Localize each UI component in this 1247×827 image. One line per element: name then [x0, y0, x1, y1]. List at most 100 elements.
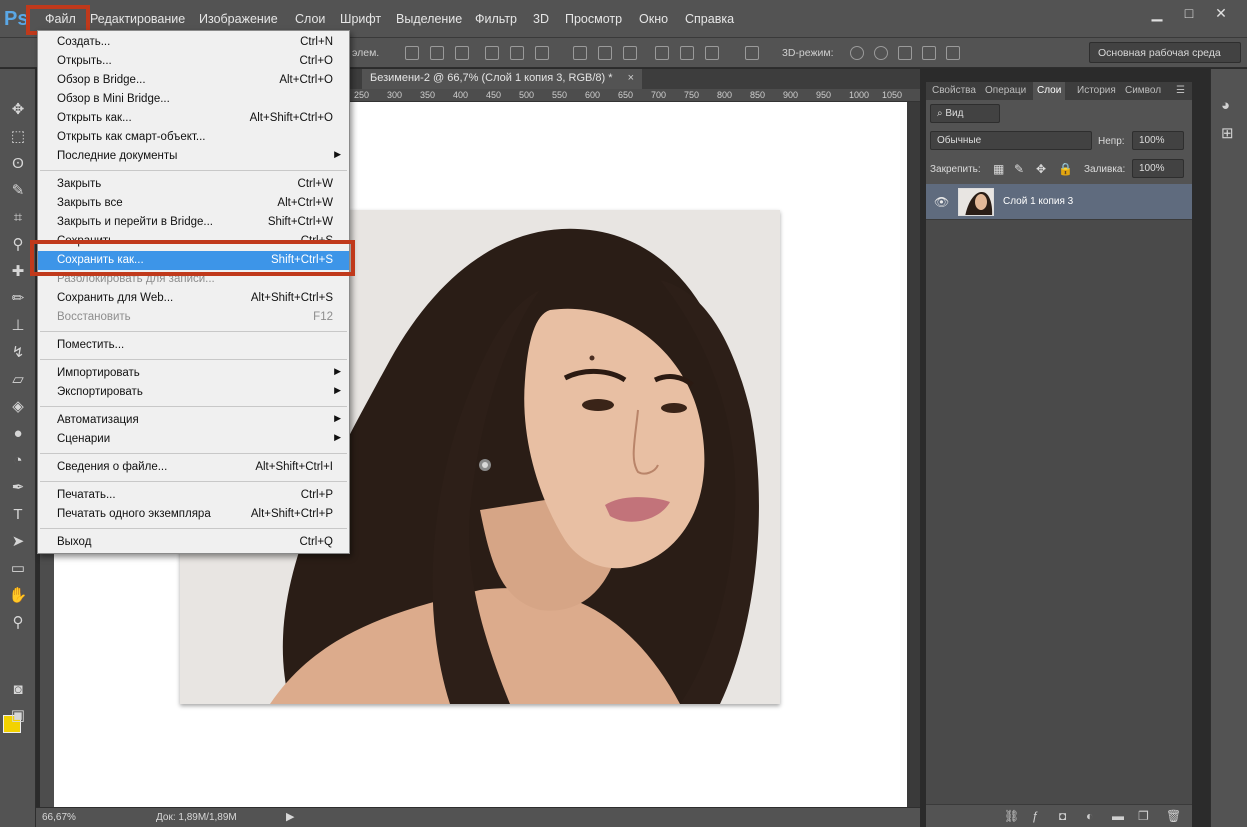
quick-mask-icon[interactable]: ◙ — [7, 679, 29, 701]
align-bottom-icon[interactable] — [455, 46, 469, 60]
dodge-tool-icon[interactable]: ◔ — [7, 450, 29, 472]
menu-item-5-0[interactable]: Сведения о файле... Alt+Shift+Ctrl+I — [38, 458, 349, 477]
marquee-tool-icon[interactable]: ⬚ — [7, 126, 29, 148]
brush-tool-icon[interactable]: ✏ — [7, 288, 29, 310]
menu-item-4-0[interactable]: Автоматизация ▶ — [38, 411, 349, 430]
add-mask-icon[interactable]: ◘ — [1059, 809, 1066, 823]
menu-item-0-6[interactable]: Последние документы ▶ — [38, 147, 349, 166]
menu-item-3-0[interactable]: Импортировать ▶ — [38, 364, 349, 383]
menu-item-1-6[interactable]: Сохранить для Web... Alt+Shift+Ctrl+S — [38, 289, 349, 308]
menu-filter[interactable]: Фильтр — [475, 12, 517, 26]
shape-tool-icon[interactable]: ▭ — [7, 558, 29, 580]
tab-character[interactable]: Символ — [1125, 85, 1161, 96]
slide-3d-icon[interactable] — [922, 46, 936, 60]
menu-item-6-0[interactable]: Печатать... Ctrl+P — [38, 486, 349, 505]
menu-layers[interactable]: Слои — [295, 12, 325, 26]
path-select-tool-icon[interactable]: ➤ — [7, 531, 29, 553]
hand-tool-icon[interactable]: ✋ — [7, 585, 29, 607]
menu-item-6-1[interactable]: Печатать одного экземпляра Alt+Shift+Ctrl… — [38, 505, 349, 524]
type-tool-icon[interactable]: T — [7, 504, 29, 526]
distribute-top-icon[interactable] — [573, 46, 587, 60]
rotate-3d-icon[interactable] — [850, 46, 864, 60]
menu-item-0-0[interactable]: Создать... Ctrl+N — [38, 33, 349, 52]
roll-3d-icon[interactable] — [874, 46, 888, 60]
blur-tool-icon[interactable]: ● — [7, 423, 29, 445]
menu-item-1-0[interactable]: Закрыть Ctrl+W — [38, 175, 349, 194]
distribute-vcenter-icon[interactable] — [598, 46, 612, 60]
delete-layer-icon[interactable]: 🗑 — [1166, 809, 1181, 823]
swatches-panel-icon[interactable]: ⊞ — [1221, 124, 1234, 142]
tab-properties[interactable]: Свойства — [932, 85, 976, 96]
tab-close-icon[interactable]: × — [628, 72, 634, 84]
adjustment-layer-icon[interactable]: ◐ — [1086, 809, 1093, 823]
menu-image[interactable]: Изображение — [199, 12, 278, 26]
visibility-eye-icon[interactable]: 👁 — [934, 195, 949, 209]
new-group-icon[interactable]: ▬ — [1112, 809, 1124, 823]
menu-item-4-1[interactable]: Сценарии ▶ — [38, 430, 349, 449]
opacity-field[interactable]: 100% — [1132, 131, 1184, 150]
healing-brush-tool-icon[interactable]: ✚ — [7, 261, 29, 283]
minimize-button[interactable]: ▁ — [1143, 3, 1171, 23]
menu-item-0-2[interactable]: Обзор в Bridge... Alt+Ctrl+O — [38, 71, 349, 90]
filter-kind-select[interactable]: ⌕ Вид — [930, 104, 1000, 123]
menu-edit[interactable]: Редактирование — [90, 12, 185, 26]
lock-position-icon[interactable]: ✥ — [1036, 162, 1046, 176]
paint-bucket-tool-icon[interactable]: ◈ — [7, 396, 29, 418]
panel-menu-icon[interactable]: ☰ — [1176, 85, 1185, 96]
document-tab[interactable]: Безимени-2 @ 66,7% (Слой 1 копия 3, RGB/… — [362, 69, 642, 89]
history-brush-tool-icon[interactable]: ↯ — [7, 342, 29, 364]
zoom-tool-icon[interactable]: ⚲ — [7, 612, 29, 634]
align-vcenter-icon[interactable] — [430, 46, 444, 60]
tab-history[interactable]: История — [1077, 85, 1116, 96]
lock-brush-icon[interactable]: ✎ — [1014, 162, 1024, 176]
scale-3d-icon[interactable] — [946, 46, 960, 60]
menu-item-1-1[interactable]: Закрыть все Alt+Ctrl+W — [38, 194, 349, 213]
menu-select[interactable]: Выделение — [396, 12, 462, 26]
distribute-right-icon[interactable] — [705, 46, 719, 60]
link-layers-icon[interactable]: ⛓ — [1004, 809, 1019, 823]
menu-view[interactable]: Просмотр — [565, 12, 622, 26]
align-left-icon[interactable] — [485, 46, 499, 60]
menu-window[interactable]: Окно — [639, 12, 668, 26]
align-top-icon[interactable] — [405, 46, 419, 60]
fill-field[interactable]: 100% — [1132, 159, 1184, 178]
menu-file[interactable]: Файл — [45, 12, 76, 26]
quick-select-tool-icon[interactable]: ✎ — [7, 180, 29, 202]
menu-item-0-3[interactable]: Обзор в Mini Bridge... — [38, 90, 349, 109]
distribute-bottom-icon[interactable] — [623, 46, 637, 60]
menu-item-0-1[interactable]: Открыть... Ctrl+O — [38, 52, 349, 71]
new-layer-icon[interactable]: ❐ — [1138, 809, 1149, 823]
color-panel-icon[interactable]: ◕ — [1221, 97, 1230, 114]
workspace-select[interactable]: Основная рабочая среда — [1089, 42, 1241, 63]
lasso-tool-icon[interactable]: ʘ — [7, 153, 29, 175]
menu-item-0-4[interactable]: Открыть как... Alt+Shift+Ctrl+O — [38, 109, 349, 128]
zoom-level[interactable]: 66,67% — [42, 812, 76, 823]
close-button[interactable]: ✕ — [1207, 3, 1235, 23]
menu-item-2-0[interactable]: Поместить... — [38, 336, 349, 355]
lock-pixels-icon[interactable]: ▦ — [993, 162, 1004, 176]
eyedropper-tool-icon[interactable]: ⚲ — [7, 234, 29, 256]
auto-align-icon[interactable] — [745, 46, 759, 60]
menu-type[interactable]: Шрифт — [340, 12, 381, 26]
pan-3d-icon[interactable] — [898, 46, 912, 60]
layer-style-icon[interactable]: ƒ — [1032, 809, 1039, 823]
stamp-tool-icon[interactable]: ⊥ — [7, 315, 29, 337]
menu-3d[interactable]: 3D — [533, 12, 549, 26]
move-tool-icon[interactable]: ✥ — [7, 99, 29, 121]
tab-layers[interactable]: Слои — [1033, 82, 1066, 100]
layer-row[interactable]: 👁 Слой 1 копия 3 — [926, 184, 1192, 220]
maximize-button[interactable]: □ — [1175, 3, 1203, 23]
screen-mode-icon[interactable]: ▣ — [7, 705, 29, 727]
pen-tool-icon[interactable]: ✒ — [7, 477, 29, 499]
menu-item-0-5[interactable]: Открыть как смарт-объект... — [38, 128, 349, 147]
status-menu-arrow-icon[interactable]: ▶ — [286, 810, 294, 823]
blend-mode-select[interactable]: Обычные — [930, 131, 1092, 150]
crop-tool-icon[interactable]: ⌗ — [7, 207, 29, 229]
menu-item-3-1[interactable]: Экспортировать ▶ — [38, 383, 349, 402]
distribute-left-icon[interactable] — [655, 46, 669, 60]
menu-help[interactable]: Справка — [685, 12, 734, 26]
eraser-tool-icon[interactable]: ▱ — [7, 369, 29, 391]
align-right-icon[interactable] — [535, 46, 549, 60]
distribute-hcenter-icon[interactable] — [680, 46, 694, 60]
menu-item-1-2[interactable]: Закрыть и перейти в Bridge... Shift+Ctrl+… — [38, 213, 349, 232]
